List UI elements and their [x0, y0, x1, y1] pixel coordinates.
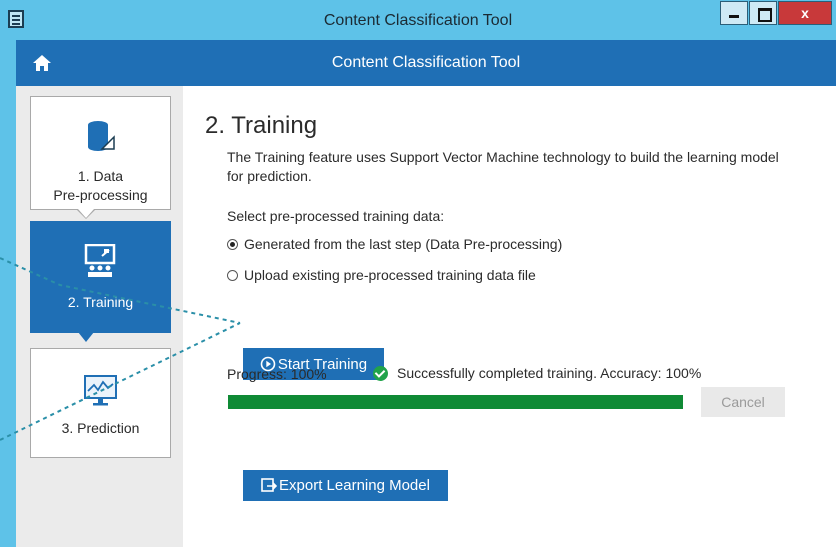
radio-button-selected[interactable] — [227, 238, 238, 250]
app-frame: Content Classification Tool 1. Data Pre-… — [16, 40, 836, 547]
step-label-line2: Pre-processing — [53, 187, 148, 203]
progress-bar-fill — [228, 395, 683, 409]
export-icon — [261, 478, 278, 492]
minimize-button[interactable] — [720, 1, 748, 25]
sidebar: 1. Data Pre-processing 2. Training 3. Pr… — [16, 86, 183, 547]
step-label-line1: 1. Data — [77, 168, 124, 184]
step-label: 2. Training — [67, 294, 134, 310]
app-title: Content Classification Tool — [331, 54, 521, 71]
radio-label[interactable]: Generated from the last step (Data Pre-p… — [244, 236, 562, 252]
step-training[interactable]: 2. Training — [30, 221, 171, 333]
radio-generated-option[interactable]: Generated from the last step (Data Pre-p… — [227, 236, 562, 252]
window-title: Content Classification Tool — [323, 12, 513, 29]
step-label: 3. Prediction — [61, 420, 140, 436]
app-header: Content Classification Tool — [16, 40, 836, 86]
status-message: Successfully completed training. Accurac… — [373, 365, 701, 381]
maximize-button[interactable] — [749, 1, 777, 25]
check-circle-icon — [373, 365, 388, 381]
data-source-label: Select pre-processed training data: — [227, 208, 445, 224]
radio-button[interactable] — [227, 269, 238, 281]
monitor-chart-icon — [83, 375, 117, 406]
page-title: 2. Training — [205, 112, 318, 139]
close-button[interactable]: x — [778, 1, 832, 25]
progress-bar — [228, 395, 683, 409]
app-window: Content Classification Tool x Content Cl… — [0, 0, 836, 547]
export-model-label: Export Learning Model — [279, 477, 430, 494]
cancel-button[interactable]: Cancel — [701, 387, 785, 417]
page-description: The Training feature uses Support Vector… — [227, 149, 779, 184]
radio-label[interactable]: Upload existing pre-processed training d… — [244, 267, 536, 283]
database-icon — [87, 121, 115, 151]
step-pointer — [78, 332, 94, 342]
step-pointer — [78, 209, 94, 218]
window-titlebar[interactable]: Content Classification Tool x — [0, 0, 836, 40]
step-data-preprocessing[interactable]: 1. Data Pre-processing — [30, 96, 171, 210]
step-prediction[interactable]: 3. Prediction — [30, 348, 171, 458]
export-model-button[interactable]: Export Learning Model — [243, 470, 448, 501]
presentation-icon — [84, 244, 115, 277]
radio-upload-option[interactable]: Upload existing pre-processed training d… — [227, 267, 536, 283]
main-content: 2. Training The Training feature uses Su… — [183, 86, 836, 547]
status-text: Successfully completed training. Accurac… — [397, 365, 702, 381]
progress-label: Progress: 100% — [227, 366, 327, 382]
